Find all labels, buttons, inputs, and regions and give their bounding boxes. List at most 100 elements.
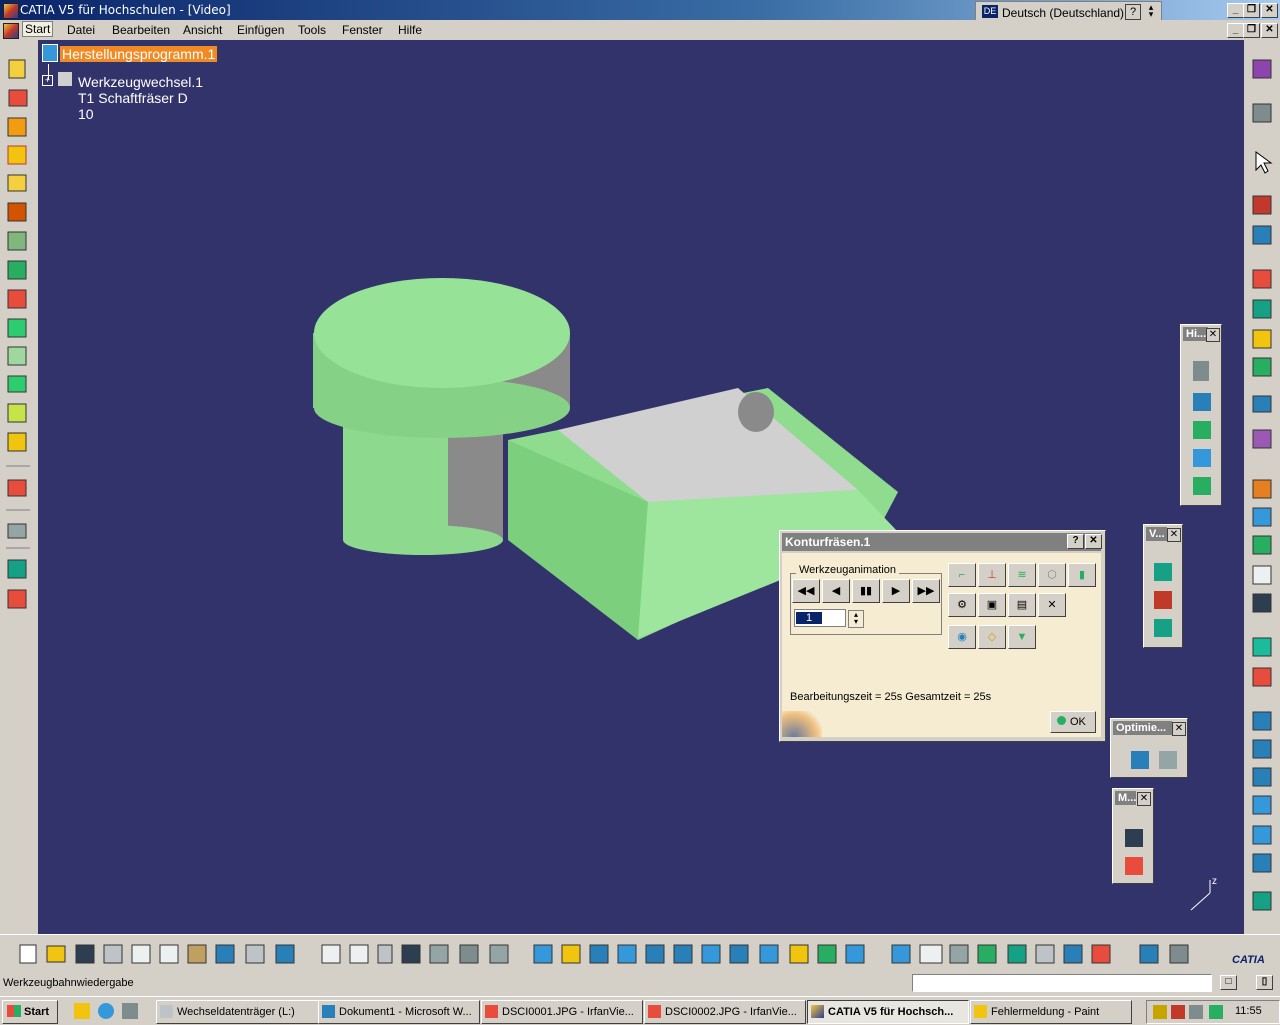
floating-toolbar-optimie-title[interactable]: Optimie...	[1113, 721, 1172, 735]
tray-icon[interactable]	[1153, 1005, 1167, 1019]
menu-einfuegen[interactable]: Einfügen	[237, 23, 284, 37]
menu-tools[interactable]: Tools	[298, 23, 326, 37]
menu-bearbeiten[interactable]: Bearbeiten	[112, 23, 170, 37]
frame-input[interactable]: 1	[794, 609, 846, 627]
command-input[interactable]	[912, 974, 1212, 992]
dialog-help-icon[interactable]: ?	[1067, 534, 1084, 549]
frame-spinner-icon[interactable]: ▴ ▾	[848, 610, 864, 628]
tool-display-icon[interactable]: ≋	[1008, 563, 1036, 587]
tool-icon[interactable]	[1154, 619, 1172, 637]
tool-icon[interactable]	[1125, 857, 1143, 875]
minimize-icon[interactable]: _	[1227, 3, 1244, 18]
bottom-toolbar: CATIA	[0, 934, 1280, 971]
tool-change-icon[interactable]	[58, 72, 72, 86]
floating-toolbar-m-close-icon[interactable]: ✕	[1137, 792, 1151, 806]
task-label: DSCI0002.JPG - IrfanVie...	[665, 1006, 797, 1018]
clock[interactable]: 11:55	[1235, 1005, 1262, 1017]
tool-icon[interactable]	[1154, 563, 1172, 581]
menu-start[interactable]: Start	[22, 21, 54, 37]
status-message: Werkzeugbahnwiedergabe	[3, 977, 134, 989]
tool-icon[interactable]	[1193, 477, 1211, 495]
cylinder-stem	[343, 425, 503, 555]
step-forward-button[interactable]: ▶	[882, 579, 910, 603]
dialog-close-icon[interactable]: ✕	[1085, 534, 1102, 549]
browser-icon[interactable]	[98, 1003, 114, 1019]
compare-icon[interactable]: ◇	[978, 625, 1006, 649]
save-icon[interactable]: ▣	[978, 593, 1006, 617]
floating-toolbar-v-title[interactable]: V...	[1146, 527, 1167, 541]
pause-button[interactable]: ▮▮	[852, 579, 880, 603]
task-irfanview-1[interactable]: DSCI0001.JPG - IrfanVie...	[481, 1000, 643, 1024]
video-icon[interactable]: ⚙	[948, 593, 976, 617]
menu-hilfe[interactable]: Hilfe	[398, 23, 422, 37]
tool-icon[interactable]	[1125, 829, 1143, 847]
command-close-icon[interactable]: ▯	[1256, 975, 1273, 990]
language-options-icon[interactable]: ▴ ▾	[1145, 3, 1157, 19]
restore-icon[interactable]: ❐	[1243, 3, 1260, 18]
start-button[interactable]: Start	[2, 1000, 58, 1024]
tool-icon[interactable]	[1193, 421, 1211, 439]
ok-button[interactable]: OK	[1050, 711, 1096, 733]
left-toolbar-icons[interactable]	[0, 40, 38, 934]
axis-icon: z	[1190, 876, 1217, 911]
step-back-button[interactable]: ◀	[822, 579, 850, 603]
window-title: CATIA V5 für Hochschulen - [Video]	[20, 3, 231, 17]
tool-icon[interactable]	[1154, 591, 1172, 609]
tool-icon[interactable]	[1193, 393, 1211, 411]
tray-icon[interactable]	[1189, 1005, 1203, 1019]
task-wechseldatentraeger[interactable]: Wechseldatenträger (L:)	[156, 1000, 320, 1024]
task-label: Wechseldatenträger (L:)	[177, 1006, 295, 1018]
tool-path-icon[interactable]: ⌐	[948, 563, 976, 587]
task-catia[interactable]: CATIA V5 für Hochsch...	[807, 1000, 969, 1024]
camera-icon[interactable]: ◉	[948, 625, 976, 649]
task-word[interactable]: Dokument1 - Microsoft W...	[318, 1000, 480, 1024]
tool-icon[interactable]	[1193, 449, 1211, 467]
doc-minimize-icon[interactable]: _	[1227, 23, 1244, 38]
quicklaunch-icon[interactable]	[74, 1003, 90, 1019]
command-button-icon[interactable]: □	[1220, 975, 1237, 990]
right-toolbar-icons[interactable]	[1244, 40, 1280, 934]
filter-icon[interactable]: ▼	[1008, 625, 1036, 649]
tool-axis-icon[interactable]: ⊥	[978, 563, 1006, 587]
floating-toolbar-v-close-icon[interactable]: ✕	[1167, 528, 1181, 542]
rewind-button[interactable]: ◀◀	[792, 579, 820, 603]
part-model[interactable]: z	[38, 40, 1244, 934]
tree-root[interactable]: Herstellungsprogramm.1	[60, 46, 218, 62]
document-tree-icon[interactable]	[42, 44, 58, 62]
tool-icons	[7, 59, 28, 609]
doc-restore-icon[interactable]: ❐	[1243, 23, 1260, 38]
dialog-body: Werkzeuganimation ◀◀ ◀ ▮▮ ▶ ▶▶ 1 ▴ ▾ ⌐ ⊥ …	[782, 553, 1101, 737]
doc-close-icon[interactable]: ✕	[1261, 23, 1278, 38]
3d-viewport[interactable]: z Herstellungsprogramm.1 + Werkzeugwechs…	[38, 40, 1244, 934]
tool-icon[interactable]	[1159, 751, 1177, 769]
tray-icon[interactable]	[1171, 1005, 1185, 1019]
tool-icon[interactable]	[1193, 361, 1209, 381]
menu-datei[interactable]: Datei	[67, 23, 95, 37]
floating-toolbar-hi-close-icon[interactable]: ✕	[1206, 328, 1220, 342]
expand-icon[interactable]: +	[42, 75, 53, 86]
language-help-icon[interactable]: ?	[1125, 4, 1141, 20]
bottom-toolbar-icons[interactable]: CATIA	[0, 935, 1280, 971]
menu-bar: Start Datei Bearbeiten Ansicht Einfügen …	[0, 20, 1280, 40]
task-label: Fehlermeldung - Paint	[991, 1006, 1100, 1018]
irfanview-icon	[648, 1005, 661, 1018]
menu-ansicht[interactable]: Ansicht	[183, 23, 222, 37]
task-paint[interactable]: Fehlermeldung - Paint	[970, 1000, 1132, 1024]
tool-solid-icon[interactable]: ⬡	[1038, 563, 1066, 587]
document-icon[interactable]	[3, 23, 19, 39]
explorer-icon[interactable]	[122, 1003, 138, 1019]
task-irfanview-2[interactable]: DSCI0002.JPG - IrfanVie...	[644, 1000, 806, 1024]
report-icon[interactable]: ▤	[1008, 593, 1036, 617]
tool-icon[interactable]	[1131, 751, 1149, 769]
analysis-icon[interactable]: ✕	[1038, 593, 1066, 617]
floating-toolbar-optimie-close-icon[interactable]: ✕	[1172, 722, 1186, 736]
tool-green-icon[interactable]: ▮	[1068, 563, 1096, 587]
tree-child[interactable]: Werkzeugwechsel.1 T1 Schaftfräser D 10	[78, 74, 203, 122]
floating-toolbar-hi-title[interactable]: Hi...	[1183, 327, 1208, 341]
tray-icon[interactable]	[1209, 1005, 1223, 1019]
floating-toolbar-m-title[interactable]: M...	[1115, 791, 1136, 805]
menu-fenster[interactable]: Fenster	[342, 23, 383, 37]
close-icon[interactable]: ✕	[1261, 3, 1278, 18]
fast-forward-button[interactable]: ▶▶	[912, 579, 940, 603]
catia-app-icon[interactable]	[3, 3, 19, 19]
